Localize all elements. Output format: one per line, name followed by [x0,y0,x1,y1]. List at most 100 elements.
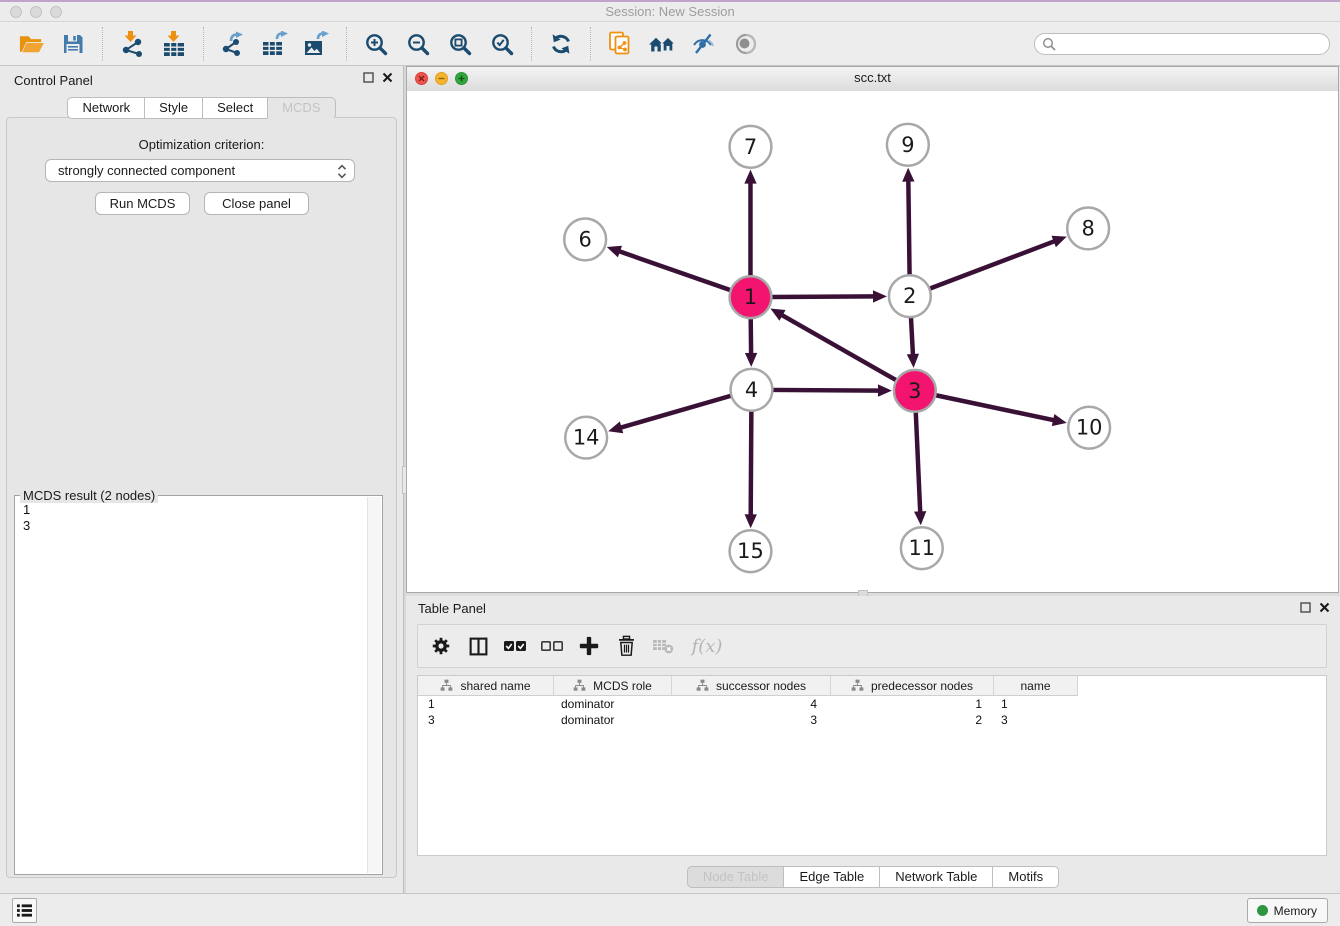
cell-mcds-role[interactable]: dominator [554,696,672,712]
cell-name[interactable]: 1 [994,696,1078,712]
window-titlebar: Session: New Session [0,0,1340,22]
criterion-dropdown[interactable]: strongly connected component [45,159,355,182]
close-panel-icon[interactable] [1319,602,1330,613]
graph-edge[interactable] [620,396,732,428]
refresh-button[interactable] [546,28,576,60]
tab-network[interactable]: Network [67,97,145,119]
cell-shared-name[interactable]: 3 [418,712,554,728]
deselect-all-icon [540,637,564,655]
toolbar-separator [531,27,532,61]
import-table-button[interactable] [159,28,189,60]
tab-style[interactable]: Style [144,97,203,119]
tab-select[interactable]: Select [202,97,268,119]
zoom-selected-button[interactable] [487,28,517,60]
open-file-button[interactable] [16,28,46,60]
tab-motifs[interactable]: Motifs [992,866,1059,888]
export-table-button[interactable] [260,28,290,60]
table-row[interactable]: 1 dominator 4 1 1 [418,696,1326,712]
traffic-light-close[interactable] [10,6,22,18]
run-mcds-button[interactable]: Run MCDS [95,192,190,215]
mcds-result-line: 3 [23,518,374,534]
graph-edge[interactable] [935,395,1055,420]
graph-edge[interactable] [781,314,897,380]
add-column-button[interactable] [576,633,602,659]
graph-edge[interactable] [908,180,909,276]
zoom-out-button[interactable] [403,28,433,60]
close-panel-icon[interactable] [382,72,393,83]
graph-edge[interactable] [771,296,875,297]
table-settings-button[interactable] [428,633,454,659]
cell-successor-nodes[interactable]: 4 [672,696,831,712]
clone-network-button[interactable] [605,28,635,60]
toggle-column-panel-button[interactable] [465,633,491,659]
memory-status-dot [1257,905,1268,916]
traffic-light-minimize[interactable] [30,6,42,18]
column-header-name[interactable]: name [994,676,1078,696]
network-window-titlebar[interactable]: scc.txt [407,67,1338,92]
column-header-shared-name[interactable]: shared name [418,676,554,696]
result-scrollbar[interactable] [367,497,381,873]
graph-edge[interactable] [911,317,913,356]
delete-table-button[interactable] [650,633,676,659]
import-network-button[interactable] [117,28,147,60]
function-builder-button[interactable]: f(x) [687,633,727,659]
tab-edge-table[interactable]: Edge Table [783,866,880,888]
export-network-button[interactable] [218,28,248,60]
mcds-result-line: 1 [23,502,374,518]
cell-shared-name[interactable]: 1 [418,696,554,712]
traffic-lights [10,6,62,18]
column-header-predecessor-nodes[interactable]: predecessor nodes [831,676,994,696]
show-details-button[interactable] [731,28,761,60]
task-history-button[interactable] [12,898,37,923]
select-all-button[interactable] [502,633,528,659]
memory-button[interactable]: Memory [1247,898,1328,923]
graph-edge-arrow [873,290,887,302]
column-header-successor-nodes[interactable]: successor nodes [672,676,831,696]
zoom-in-button[interactable] [361,28,391,60]
network-minimize-button[interactable] [435,72,448,85]
eye-slash-icon [692,32,716,56]
cell-predecessor-nodes[interactable]: 1 [831,696,994,712]
save-icon [61,32,85,56]
graph-edge-arrow [744,170,756,184]
mcds-result-box: MCDS result (2 nodes) 1 3 [14,495,383,875]
toolbar-separator [203,27,204,61]
network-close-button[interactable] [415,72,428,85]
graph-edge[interactable] [618,251,731,290]
tab-network-table[interactable]: Network Table [879,866,993,888]
cell-successor-nodes[interactable]: 3 [672,712,831,728]
delete-column-button[interactable] [613,633,639,659]
float-panel-icon[interactable] [363,72,374,83]
optimization-criterion-label: Optimization criterion: [7,137,396,152]
graph-edge[interactable] [751,411,752,517]
graph-node-label: 15 [737,539,764,563]
tab-mcds[interactable]: MCDS [267,97,335,119]
graph-node-label: 10 [1076,416,1103,440]
float-panel-icon[interactable] [1300,602,1311,613]
network-canvas[interactable]: 7968124314101511 [407,91,1338,592]
cell-predecessor-nodes[interactable]: 2 [831,712,994,728]
table-row[interactable]: 3 dominator 3 2 3 [418,712,1326,728]
zoom-fit-icon [448,32,472,56]
zoom-selected-icon [490,32,514,56]
traffic-light-zoom[interactable] [50,6,62,18]
graph-edge[interactable] [916,412,921,514]
cell-name[interactable]: 3 [994,712,1078,728]
zoom-fit-button[interactable] [445,28,475,60]
cell-mcds-role[interactable]: dominator [554,712,672,728]
column-label: MCDS role [593,679,652,693]
tab-node-table[interactable]: Node Table [687,866,785,888]
graph-edge[interactable] [772,390,880,391]
export-image-button[interactable] [302,28,332,60]
hierarchy-icon [573,679,586,692]
search-input[interactable] [1034,33,1330,55]
save-button[interactable] [58,28,88,60]
graph-edge[interactable] [929,241,1055,289]
close-panel-button[interactable]: Close panel [204,192,309,215]
deselect-all-button[interactable] [539,633,565,659]
hide-details-button[interactable] [689,28,719,60]
houses-button[interactable] [647,28,677,60]
export-image-icon [304,31,330,57]
network-maximize-button[interactable] [455,72,468,85]
column-header-mcds-role[interactable]: MCDS role [554,676,672,696]
